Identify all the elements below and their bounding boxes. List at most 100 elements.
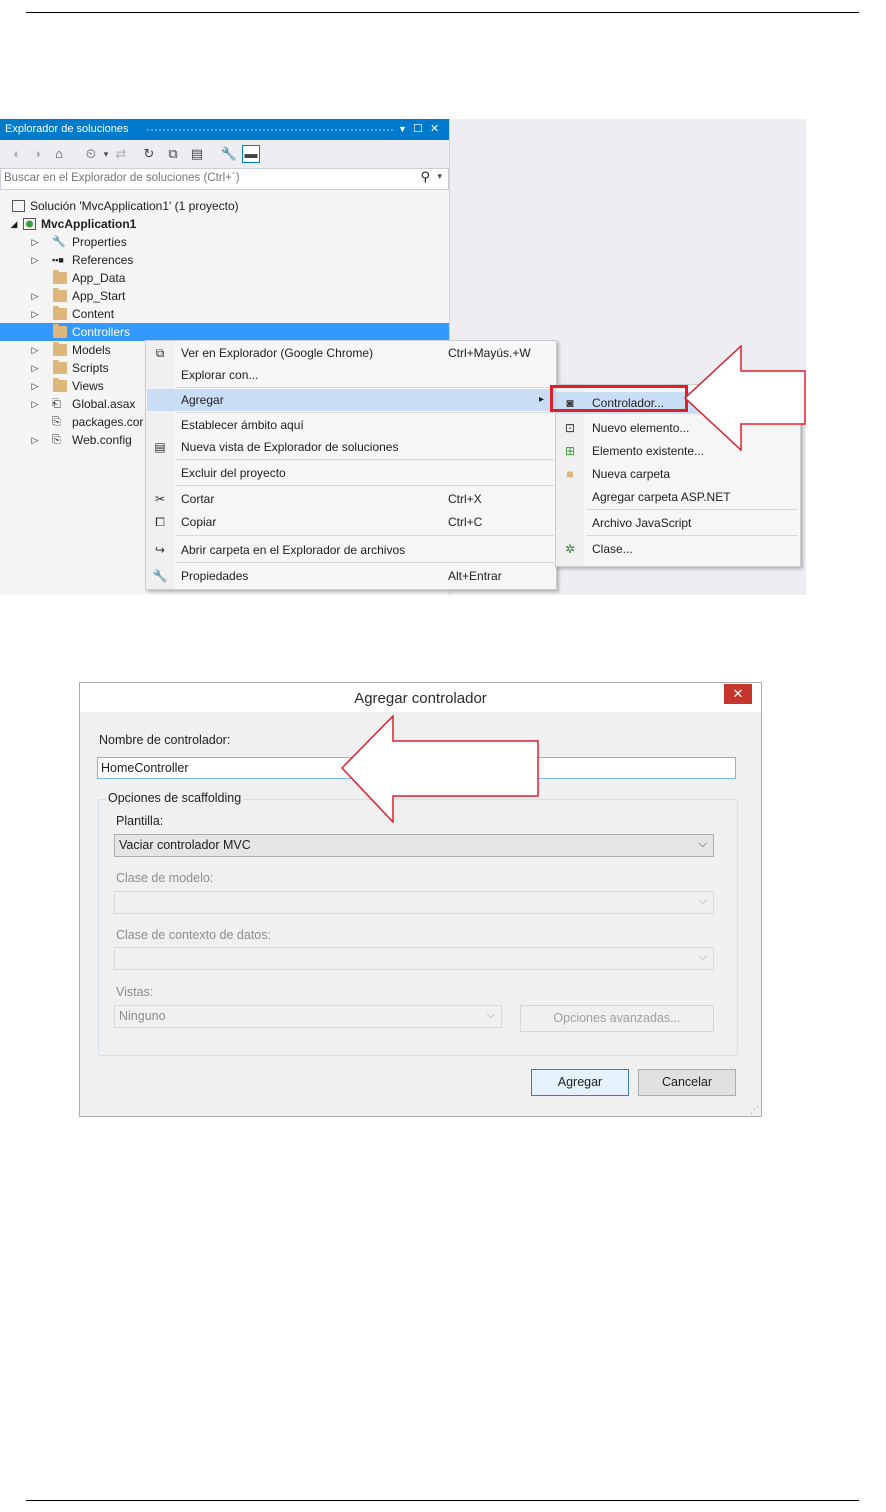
tree-item-content[interactable]: ▷ Content (0, 305, 449, 323)
tree-item-controllers[interactable]: Controllers (0, 323, 449, 341)
tree-item-label: packages.cor (72, 415, 144, 429)
submenu-arrow-icon: ▸ (539, 394, 545, 405)
submenu-item-asp-folder[interactable]: Agregar carpeta ASP.NET (556, 486, 800, 508)
chevron-down-icon: ⌵ (698, 951, 707, 963)
cancel-button[interactable]: Cancelar (638, 1069, 736, 1096)
menu-item-shortcut: Alt+Entrar (448, 569, 502, 583)
resize-grip-icon[interactable]: ⋰ (750, 1105, 759, 1116)
callout-arrow-left (684, 345, 806, 451)
window-position-dropdown-icon[interactable]: ▼ (398, 124, 407, 134)
model-class-select[interactable]: ⌵ (114, 891, 714, 914)
menu-item-label: Propiedades (181, 569, 249, 583)
search-input[interactable] (4, 170, 394, 186)
views-select[interactable]: Ninguno ⌵ (114, 1005, 502, 1028)
menu-item-label: Explorar con... (181, 368, 259, 382)
wrench-icon: 🔧 (52, 236, 66, 248)
submenu-item-javascript-file[interactable]: Archivo JavaScript (556, 512, 800, 534)
tree-item-label: Scripts (72, 361, 109, 375)
advanced-options-button[interactable]: Opciones avanzadas... (520, 1005, 714, 1032)
tree-item-properties[interactable]: ▷ 🔧 Properties (0, 233, 449, 251)
menu-item-shortcut: Ctrl+C (448, 515, 483, 529)
sync-icon[interactable]: ⇄ (112, 145, 130, 163)
menu-separator (176, 485, 554, 486)
highlight-box (550, 385, 688, 412)
folder-icon (53, 360, 67, 374)
folder-icon (53, 288, 67, 302)
tree-item-app-start[interactable]: ▷ App_Start (0, 287, 449, 305)
back-icon[interactable]: ◐ (8, 145, 26, 163)
solution-icon (12, 200, 25, 212)
scissors-icon: ✂ (154, 492, 166, 506)
close-button[interactable]: ✕ (724, 684, 752, 704)
tree-item-label: App_Start (72, 289, 126, 303)
tree-item-label: MvcApplication1 (41, 217, 137, 231)
collapse-all-icon[interactable]: ⧉ (164, 145, 182, 163)
expand-arrow-icon[interactable]: ▷ (30, 287, 40, 305)
menu-separator (176, 387, 554, 388)
expand-arrow-icon[interactable]: ▷ (30, 395, 40, 413)
menu-item-label: Establecer ámbito aquí (181, 418, 304, 432)
expand-arrow-icon[interactable]: ▷ (30, 377, 40, 395)
menu-item-browse-with[interactable]: Explorar con... (146, 364, 556, 386)
titlebar-grip[interactable] (146, 128, 394, 132)
tree-item-app-data[interactable]: App_Data (0, 269, 449, 287)
menu-item-new-explorer-view[interactable]: ▤ Nueva vista de Explorador de solucione… (146, 436, 556, 458)
menu-item-label: Agregar carpeta ASP.NET (592, 490, 731, 504)
menu-item-exclude[interactable]: Excluir del proyecto (146, 462, 556, 484)
template-select[interactable]: Vaciar controlador MVC ⌵ (114, 834, 714, 857)
expand-arrow-icon[interactable]: ▷ (30, 305, 40, 323)
chevron-down-icon: ⌵ (486, 1009, 495, 1021)
menu-item-properties[interactable]: 🔧 Propiedades Alt+Entrar (146, 565, 556, 587)
template-label: Plantilla: (116, 814, 164, 828)
submenu-item-new-folder[interactable]: ■ Nueva carpeta (556, 463, 800, 485)
expand-arrow-icon[interactable]: ▷ (30, 341, 40, 359)
search-icon[interactable]: ⚲ (420, 169, 430, 185)
refresh-icon[interactable]: ↻ (140, 145, 158, 163)
expand-arrow-icon[interactable]: ▷ (30, 431, 40, 449)
dialog-titlebar: Agregar controlador ✕ (80, 683, 761, 712)
close-icon[interactable]: ✕ (430, 122, 439, 135)
home-icon[interactable]: ⌂ (50, 145, 68, 163)
preview-selected-icon[interactable]: ▬ (242, 145, 260, 163)
menu-item-label: Clase... (592, 542, 633, 556)
tree-item-project[interactable]: ◢ MvcApplication1 (0, 215, 449, 233)
expand-arrow-icon[interactable]: ▷ (30, 359, 40, 377)
menu-item-label: Nueva vista de Explorador de soluciones (181, 440, 399, 454)
views-label: Vistas: (116, 985, 154, 999)
menu-item-open-folder[interactable]: ↪ Abrir carpeta en el Explorador de arch… (146, 539, 556, 561)
forward-icon[interactable]: ◑ (28, 145, 46, 163)
tree-item-solution[interactable]: Solución 'MvcApplication1' (1 proyecto) (0, 197, 449, 215)
callout-arrow-left (341, 715, 539, 823)
page-top-rule (26, 12, 859, 13)
add-button[interactable]: Agregar (531, 1069, 629, 1096)
menu-item-view-in-browser[interactable]: ⧉ Ver en Explorador (Google Chrome) Ctrl… (146, 342, 556, 364)
copy-icon: ⧠ (155, 515, 165, 529)
views-select-value: Ninguno (119, 1009, 166, 1023)
solution-explorer-search[interactable]: ⚲ ▾ (0, 168, 449, 190)
menu-separator (176, 562, 554, 563)
menu-item-set-scope[interactable]: Establecer ámbito aquí (146, 414, 556, 436)
menu-item-label: Excluir del proyecto (181, 466, 286, 480)
tree-item-label: Global.asax (72, 397, 136, 411)
data-context-select[interactable]: ⌵ (114, 947, 714, 970)
maximize-icon[interactable]: ☐ (413, 122, 423, 135)
template-select-value: Vaciar controlador MVC (119, 838, 251, 852)
expand-arrow-icon[interactable]: ▷ (30, 251, 40, 269)
collapse-arrow-icon[interactable]: ◢ (9, 215, 19, 233)
chevron-down-icon: ⌵ (698, 895, 707, 907)
menu-item-cut[interactable]: ✂ Cortar Ctrl+X (146, 488, 556, 510)
new-item-icon: ⊡ (564, 421, 576, 435)
menu-item-label: Nueva carpeta (592, 467, 671, 481)
submenu-item-class[interactable]: ✲ Clase... (556, 538, 800, 560)
folder-icon (53, 306, 67, 320)
expand-arrow-icon[interactable]: ▷ (30, 233, 40, 251)
search-options-dropdown-icon[interactable]: ▾ (437, 171, 442, 182)
data-context-label: Clase de contexto de datos: (116, 928, 271, 942)
tree-item-references[interactable]: ▷ ▪▪■ References (0, 251, 449, 269)
properties-wrench-icon[interactable]: 🔧 (220, 145, 238, 163)
menu-item-add[interactable]: Agregar ▸ (147, 389, 555, 411)
show-all-files-icon[interactable]: ▤ (188, 145, 206, 163)
folder-icon (53, 342, 67, 356)
folder-icon (53, 270, 67, 284)
menu-item-copy[interactable]: ⧠ Copiar Ctrl+C (146, 511, 556, 533)
